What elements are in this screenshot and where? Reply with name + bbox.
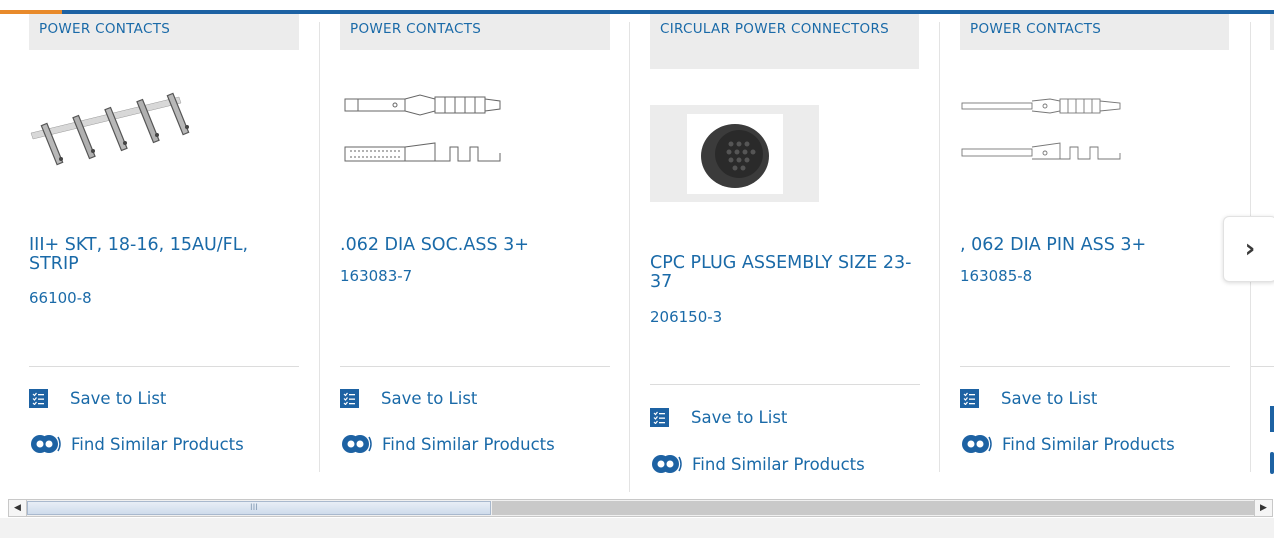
card-separator: [29, 366, 299, 367]
product-title[interactable]: III+ SKT, 18-16, 15AU/FL, STRIP: [29, 236, 299, 274]
find-similar-button[interactable]: Find Similar Products: [960, 432, 1175, 456]
save-to-list-button[interactable]: Save to List: [650, 408, 787, 427]
checklist-icon: [29, 389, 48, 408]
card-divider: [629, 22, 630, 492]
save-to-list-label: Save to List: [1001, 389, 1098, 408]
scroll-left-button[interactable]: ◀: [9, 500, 27, 516]
find-similar-icon: [652, 455, 682, 473]
find-similar-label: Find Similar Products: [71, 434, 244, 454]
pin-contact-drawing: [961, 98, 1121, 160]
find-similar-button[interactable]: Find Similar Products: [340, 432, 555, 456]
card-divider: [939, 22, 940, 472]
card-separator: [650, 384, 920, 385]
category-label[interactable]: CIRCULAR POWER CONNECTORS: [650, 14, 919, 69]
find-similar-icon: [962, 435, 992, 453]
save-to-list-label: Save to List: [381, 389, 478, 408]
find-similar-label: Find Similar Products: [1002, 434, 1175, 454]
card-separator: [1251, 366, 1274, 367]
product-title[interactable]: CPC PLUG ASSEMBLY SIZE 23-37: [650, 254, 922, 292]
card-separator: [340, 366, 610, 367]
circular-plug-photo: [686, 113, 783, 194]
scroll-right-button[interactable]: ▶: [1254, 500, 1272, 516]
save-to-list-label: Save to List: [691, 408, 788, 427]
save-to-list-button[interactable]: Save to List: [29, 389, 166, 408]
checklist-icon: [1270, 406, 1274, 432]
card-separator: [960, 366, 1230, 367]
save-to-list-button[interactable]: Save to List: [960, 389, 1097, 408]
find-similar-icon: [342, 435, 372, 453]
card-divider: [319, 22, 320, 472]
product-title[interactable]: .062 DIA SOC.ASS 3+: [340, 236, 610, 255]
part-number[interactable]: 66100-8: [29, 289, 92, 307]
checklist-icon: [340, 389, 359, 408]
checklist-icon: [650, 408, 669, 427]
find-similar-icon: [31, 435, 61, 453]
part-number[interactable]: 163085-8: [960, 267, 1032, 285]
product-image[interactable]: [29, 85, 204, 185]
category-label-wrap: POWER CONTACTS: [29, 14, 299, 50]
part-number[interactable]: 206150-3: [650, 308, 722, 326]
carousel-next-button[interactable]: ›: [1223, 216, 1274, 282]
socket-contact-drawing: [344, 94, 501, 162]
product-image[interactable]: [650, 105, 819, 202]
grip-icon: III: [250, 503, 258, 513]
find-similar-label: Find Similar Products: [382, 434, 555, 454]
find-similar-button[interactable]: Find Similar Products: [29, 432, 244, 456]
product-image[interactable]: [340, 85, 515, 185]
horizontal-scrollbar[interactable]: ◀ III ▶: [8, 499, 1273, 517]
checklist-icon: [960, 389, 979, 408]
category-label-wrap: POWER CONTACTS: [340, 14, 610, 50]
find-similar-button[interactable]: Find Similar Products: [650, 452, 865, 476]
category-label[interactable]: POWER CONTACTS: [29, 14, 299, 50]
page-footer-area: [0, 518, 1274, 538]
scrollbar-thumb[interactable]: III: [27, 501, 491, 515]
category-label[interactable]: POWER CONTACTS: [340, 14, 610, 50]
save-to-list-button[interactable]: Save to List: [340, 389, 477, 408]
arrow-right-icon: ▶: [1260, 503, 1267, 513]
save-to-list-label: Save to List: [70, 389, 167, 408]
category-label[interactable]: POWER CONTACTS: [960, 14, 1229, 50]
product-title[interactable]: , 062 DIA PIN ASS 3+: [960, 236, 1230, 255]
scrollbar-track[interactable]: [492, 501, 1254, 515]
product-image[interactable]: [960, 85, 1135, 185]
part-number[interactable]: 163083-7: [340, 267, 412, 285]
strip-contacts-image: [30, 92, 190, 166]
chevron-right-icon: ›: [1244, 234, 1256, 264]
find-similar-icon: [1270, 452, 1274, 474]
find-similar-label: Find Similar Products: [692, 454, 865, 474]
arrow-left-icon: ◀: [14, 503, 21, 513]
category-label: [1270, 14, 1274, 50]
category-label-wrap: CIRCULAR POWER CONNECTORS: [650, 14, 920, 69]
category-label-wrap: POWER CONTACTS: [960, 14, 1230, 50]
